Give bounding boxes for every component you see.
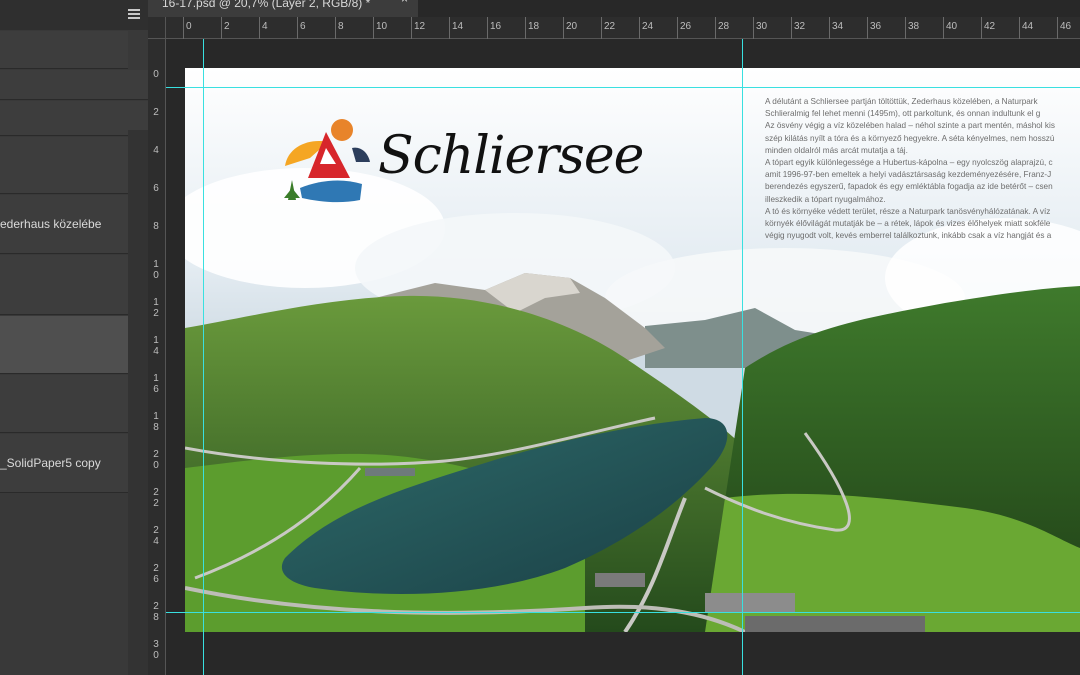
ruler-tick-label: 32 [790, 17, 806, 39]
logo-text: Schliersee [378, 126, 644, 186]
layer-row[interactable] [0, 255, 128, 315]
guide-horizontal[interactable] [166, 612, 1080, 613]
guide-vertical[interactable] [203, 39, 204, 675]
ruler-tick-label: 8 [335, 17, 344, 39]
ruler-tick-label: 26 [676, 17, 692, 39]
guide-vertical[interactable] [742, 39, 743, 675]
ruler-tick-label: 20 [153, 449, 159, 471]
panel-scroll-strip[interactable] [128, 130, 148, 675]
layer-label: _SolidPaper5 copy [0, 456, 101, 470]
article-line: minden oldalról más arcát mutatja a táj. [765, 145, 908, 155]
article-line: végig nyugodt volt, kevés emberrel talál… [765, 231, 1052, 241]
layer-row-selected[interactable] [0, 316, 128, 374]
article-line: Schlieralmig fel lehet menni (1495m), ot… [765, 109, 1041, 119]
ruler-tick-label: 42 [980, 17, 996, 39]
ruler-tick-label: 6 [297, 17, 306, 39]
layer-row[interactable] [0, 137, 128, 194]
document-tab-title: 16-17.psd @ 20,7% (Layer 2, RGB/8) * [162, 0, 371, 10]
ruler-tick-label: 16 [153, 373, 159, 395]
panel-menu-bar [0, 0, 148, 30]
ruler-tick-label: 8 [153, 221, 159, 232]
ruler-tick-label: 22 [153, 487, 159, 509]
guide-horizontal[interactable] [166, 87, 1080, 88]
close-icon[interactable]: × [401, 0, 408, 5]
article-text: A délutánt a Schliersee partján töltöttü… [765, 96, 1080, 242]
ruler-tick-label: 10 [372, 17, 388, 39]
ruler-tick-label: 24 [153, 525, 159, 547]
article-line: amit 1996-97-ben emeltek a helyi vadászt… [765, 170, 1052, 180]
layer-row[interactable]: _SolidPaper5 copy [0, 434, 128, 493]
ruler-tick-label: 0 [153, 69, 159, 80]
panel-menu-icon[interactable] [128, 9, 140, 19]
layer-row[interactable]: ederhaus közelébe [0, 195, 128, 254]
ruler-tick-label: 44 [1018, 17, 1034, 39]
article-line: szép kilátás nyílt a tóra és a környező … [765, 133, 1055, 143]
document-canvas[interactable]: Schliersee A délutánt a Schliersee partj… [185, 68, 1080, 632]
article-line: illeszkedik a tópart nyugalmához. [765, 194, 886, 204]
ruler-tick-label: 36 [866, 17, 882, 39]
ruler-tick-label: 38 [904, 17, 920, 39]
ruler-tick-label: 28 [153, 601, 159, 623]
ruler-tick-label: 14 [448, 17, 464, 39]
ruler-tick-label: 14 [153, 335, 159, 357]
ruler-tick-label: 28 [714, 17, 730, 39]
layer-row[interactable] [0, 31, 128, 69]
ruler-tick-label: 30 [752, 17, 768, 39]
article-line: A délutánt a Schliersee partján töltöttü… [765, 97, 1038, 106]
layer-label: ederhaus közelébe [0, 217, 102, 231]
layers-panel: ederhaus közelébe _SolidPaper5 copy [0, 0, 148, 675]
ruler-tick-label: 34 [828, 17, 844, 39]
ruler-tick-label: 4 [153, 145, 159, 156]
layer-row[interactable] [0, 101, 148, 136]
ruler-tick-label: 20 [562, 17, 578, 39]
layer-row[interactable] [0, 70, 148, 100]
ruler-tick-label: 18 [524, 17, 540, 39]
ruler-tick-label: 30 [153, 639, 159, 661]
ruler-tick-label: 2 [153, 107, 159, 118]
ruler-tick-label: 0 [183, 17, 192, 39]
article-line: berendezés egyszerű, fapadok és egy emlé… [765, 182, 1053, 192]
ruler-tick-label: 18 [153, 411, 159, 433]
document-tab[interactable]: 16-17.psd @ 20,7% (Layer 2, RGB/8) * × [148, 0, 418, 17]
ruler-tick-label: 2 [221, 17, 230, 39]
ruler-tick-label: 4 [259, 17, 268, 39]
ruler-corner[interactable] [148, 17, 166, 39]
article-line: A tópart egyik különlegessége a Hubertus… [765, 158, 1053, 168]
ruler-tick-label: 12 [153, 297, 159, 319]
ruler-tick-label: 24 [638, 17, 654, 39]
ruler-tick-label: 40 [942, 17, 958, 39]
ruler-tick-label: 6 [153, 183, 159, 194]
ruler-tick-label: 12 [410, 17, 426, 39]
article-line: környék élővilágát mutatják be – a rétek… [765, 219, 1051, 229]
ruler-left[interactable]: 0 2 4 6 8 10 12 14 16 18 20 22 24 26 28 30 [148, 39, 166, 675]
ruler-tick-label: 26 [153, 563, 159, 585]
article-line: A tó és környéke védett terület, része a… [765, 206, 1051, 216]
ruler-tick-label: 16 [486, 17, 502, 39]
ruler-top[interactable]: 0 2 4 6 8 10 12 14 16 18 20 22 24 26 28 30 32 34 36 38 40 42 4… [166, 17, 1080, 39]
mountain-logo-icon [284, 119, 370, 203]
ruler-tick-label: 46 [1056, 17, 1072, 39]
ruler-tick-label: 10 [153, 259, 159, 281]
ruler-tick-label: 22 [600, 17, 616, 39]
article-line: Az ösvény végig a víz közelében halad – … [765, 121, 1055, 131]
layer-row[interactable] [0, 375, 128, 433]
